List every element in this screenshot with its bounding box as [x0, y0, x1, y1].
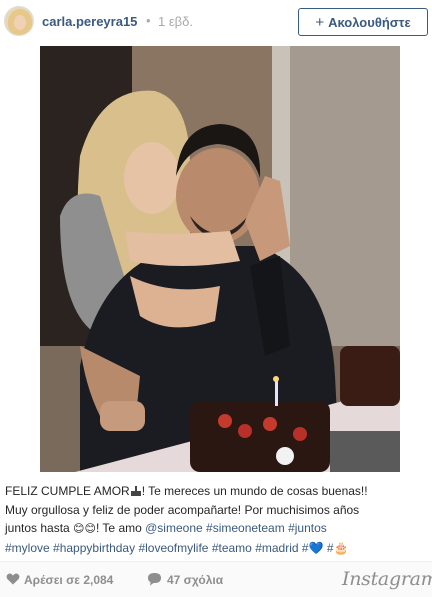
- heart-icon[interactable]: [6, 572, 20, 586]
- hashtag-link[interactable]: #loveofmylife: [138, 541, 208, 555]
- plus-icon: +: [315, 13, 325, 31]
- likes-count[interactable]: Αρέσει σε 2,084: [24, 573, 113, 587]
- comments-count[interactable]: 47 σχόλια: [167, 573, 223, 587]
- avatar[interactable]: [4, 6, 34, 36]
- caption-line-3: juntos hasta 😊😊! Te amo @simeone #simeon…: [5, 519, 427, 539]
- caption-text: juntos hasta: [5, 521, 74, 535]
- post-caption: FELIZ CUMPLE AMOR ! Te mereces un mundo d…: [5, 482, 427, 557]
- smile-emoji: 😊😊: [73, 522, 96, 535]
- caption-line-2: Muy orgullosa y feliz de poder acompañar…: [5, 502, 360, 517]
- comment-icon[interactable]: [147, 572, 162, 586]
- hashtag-link[interactable]: #madrid: [255, 541, 298, 555]
- cake-icon: [130, 485, 142, 496]
- hashtag-link[interactable]: #🎂: [327, 541, 349, 555]
- hashtag-link[interactable]: #juntos: [288, 521, 327, 535]
- caption-text: FELIZ CUMPLE AMOR: [5, 484, 130, 498]
- hashtag-link[interactable]: #simeoneteam: [206, 521, 285, 535]
- mention-link[interactable]: @simeone: [145, 521, 203, 535]
- caption-line-1: FELIZ CUMPLE AMOR ! Te mereces un mundo d…: [5, 482, 427, 501]
- post-header: carla.pereyra15 • 1 εβδ. + Ακολουθήστε: [0, 0, 432, 46]
- caption-text: ! Te mereces un mundo de cosas buenas!!: [141, 484, 368, 498]
- photo-scene: [40, 46, 400, 472]
- follow-label: Ακολουθήστε: [328, 14, 411, 30]
- instagram-logo[interactable]: Instagram: [342, 568, 432, 590]
- caption-line-4: #mylove #happybirthday #loveofmylife #te…: [5, 539, 427, 558]
- hashtag-link[interactable]: #💙: [302, 541, 324, 555]
- post-time[interactable]: 1 εβδ.: [158, 14, 193, 29]
- post-footer: Αρέσει σε 2,084 47 σχόλια Instagram: [0, 561, 432, 597]
- hashtag-link[interactable]: #mylove: [5, 541, 50, 555]
- post-photo[interactable]: [40, 46, 400, 472]
- separator-dot: •: [146, 13, 151, 28]
- hashtag-link[interactable]: #teamo: [212, 541, 252, 555]
- caption-text: ! Te amo: [95, 521, 146, 535]
- username-link[interactable]: carla.pereyra15: [42, 14, 137, 29]
- hashtag-link[interactable]: #happybirthday: [53, 541, 135, 555]
- follow-button[interactable]: + Ακολουθήστε: [298, 8, 428, 36]
